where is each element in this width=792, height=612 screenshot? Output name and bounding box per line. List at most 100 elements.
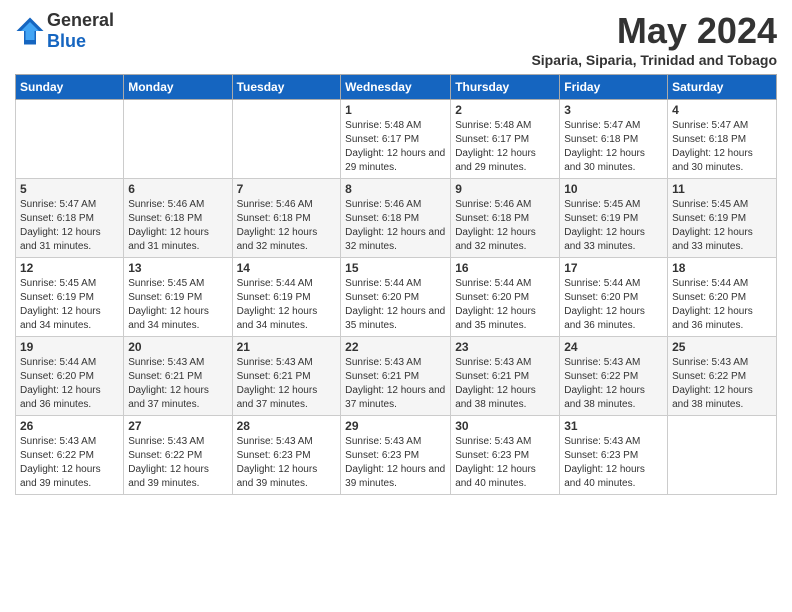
calendar-cell: 27 Sunrise: 5:43 AM Sunset: 6:22 PM Dayl… [124, 416, 232, 495]
sunset-text: Sunset: 6:18 PM [20, 213, 94, 224]
day-number: 2 [455, 103, 555, 117]
daylight-text: Daylight: 12 hours and 39 minutes. [128, 464, 209, 489]
sunrise-text: Sunrise: 5:44 AM [345, 278, 421, 289]
day-info: Sunrise: 5:45 AM Sunset: 6:19 PM Dayligh… [20, 277, 119, 333]
daylight-text: Daylight: 12 hours and 32 minutes. [455, 227, 536, 252]
calendar-cell: 11 Sunrise: 5:45 AM Sunset: 6:19 PM Dayl… [668, 179, 777, 258]
day-info: Sunrise: 5:43 AM Sunset: 6:23 PM Dayligh… [237, 435, 337, 491]
sunrise-text: Sunrise: 5:43 AM [128, 357, 204, 368]
sunrise-text: Sunrise: 5:46 AM [128, 199, 204, 210]
day-number: 9 [455, 182, 555, 196]
day-info: Sunrise: 5:43 AM Sunset: 6:23 PM Dayligh… [345, 435, 446, 491]
header: General Blue May 2024 Siparia, Siparia, … [15, 10, 777, 68]
day-number: 13 [128, 261, 227, 275]
sunset-text: Sunset: 6:23 PM [455, 450, 529, 461]
daylight-text: Daylight: 12 hours and 38 minutes. [672, 385, 753, 410]
day-number: 12 [20, 261, 119, 275]
calendar-week-1: 1 Sunrise: 5:48 AM Sunset: 6:17 PM Dayli… [16, 100, 777, 179]
calendar-cell [16, 100, 124, 179]
calendar-cell: 10 Sunrise: 5:45 AM Sunset: 6:19 PM Dayl… [560, 179, 668, 258]
daylight-text: Daylight: 12 hours and 39 minutes. [345, 464, 445, 489]
logo-blue: Blue [47, 31, 86, 51]
calendar-cell: 31 Sunrise: 5:43 AM Sunset: 6:23 PM Dayl… [560, 416, 668, 495]
day-number: 5 [20, 182, 119, 196]
calendar-cell: 21 Sunrise: 5:43 AM Sunset: 6:21 PM Dayl… [232, 337, 341, 416]
daylight-text: Daylight: 12 hours and 34 minutes. [128, 306, 209, 331]
calendar-cell: 8 Sunrise: 5:46 AM Sunset: 6:18 PM Dayli… [341, 179, 451, 258]
daylight-text: Daylight: 12 hours and 30 minutes. [564, 148, 645, 173]
sunset-text: Sunset: 6:22 PM [672, 371, 746, 382]
sunrise-text: Sunrise: 5:43 AM [672, 357, 748, 368]
sunrise-text: Sunrise: 5:48 AM [455, 120, 531, 131]
calendar-cell: 25 Sunrise: 5:43 AM Sunset: 6:22 PM Dayl… [668, 337, 777, 416]
sunset-text: Sunset: 6:19 PM [20, 292, 94, 303]
calendar-cell: 9 Sunrise: 5:46 AM Sunset: 6:18 PM Dayli… [451, 179, 560, 258]
day-info: Sunrise: 5:44 AM Sunset: 6:20 PM Dayligh… [455, 277, 555, 333]
day-info: Sunrise: 5:46 AM Sunset: 6:18 PM Dayligh… [128, 198, 227, 254]
day-info: Sunrise: 5:47 AM Sunset: 6:18 PM Dayligh… [564, 119, 663, 175]
sunrise-text: Sunrise: 5:43 AM [345, 436, 421, 447]
day-number: 10 [564, 182, 663, 196]
calendar-cell: 17 Sunrise: 5:44 AM Sunset: 6:20 PM Dayl… [560, 258, 668, 337]
sunset-text: Sunset: 6:19 PM [564, 213, 638, 224]
day-number: 30 [455, 419, 555, 433]
daylight-text: Daylight: 12 hours and 39 minutes. [20, 464, 101, 489]
daylight-text: Daylight: 12 hours and 32 minutes. [237, 227, 318, 252]
day-number: 1 [345, 103, 446, 117]
daylight-text: Daylight: 12 hours and 39 minutes. [237, 464, 318, 489]
day-number: 3 [564, 103, 663, 117]
calendar-cell: 16 Sunrise: 5:44 AM Sunset: 6:20 PM Dayl… [451, 258, 560, 337]
sunrise-text: Sunrise: 5:44 AM [672, 278, 748, 289]
day-number: 17 [564, 261, 663, 275]
day-number: 29 [345, 419, 446, 433]
daylight-text: Daylight: 12 hours and 33 minutes. [564, 227, 645, 252]
day-info: Sunrise: 5:46 AM Sunset: 6:18 PM Dayligh… [345, 198, 446, 254]
day-number: 19 [20, 340, 119, 354]
sunset-text: Sunset: 6:20 PM [672, 292, 746, 303]
calendar-cell: 13 Sunrise: 5:45 AM Sunset: 6:19 PM Dayl… [124, 258, 232, 337]
sunset-text: Sunset: 6:20 PM [564, 292, 638, 303]
sunset-text: Sunset: 6:18 PM [345, 213, 419, 224]
header-row: Sunday Monday Tuesday Wednesday Thursday… [16, 75, 777, 100]
calendar-cell [124, 100, 232, 179]
day-info: Sunrise: 5:43 AM Sunset: 6:22 PM Dayligh… [672, 356, 772, 412]
col-thursday: Thursday [451, 75, 560, 100]
daylight-text: Daylight: 12 hours and 38 minutes. [455, 385, 536, 410]
sunrise-text: Sunrise: 5:43 AM [455, 357, 531, 368]
sunrise-text: Sunrise: 5:43 AM [20, 436, 96, 447]
sunset-text: Sunset: 6:21 PM [455, 371, 529, 382]
calendar-cell: 15 Sunrise: 5:44 AM Sunset: 6:20 PM Dayl… [341, 258, 451, 337]
sunrise-text: Sunrise: 5:43 AM [564, 436, 640, 447]
sunset-text: Sunset: 6:18 PM [564, 134, 638, 145]
calendar-cell: 20 Sunrise: 5:43 AM Sunset: 6:21 PM Dayl… [124, 337, 232, 416]
sunrise-text: Sunrise: 5:45 AM [20, 278, 96, 289]
calendar-week-2: 5 Sunrise: 5:47 AM Sunset: 6:18 PM Dayli… [16, 179, 777, 258]
logo-text: General Blue [47, 10, 114, 52]
calendar-cell [668, 416, 777, 495]
col-saturday: Saturday [668, 75, 777, 100]
day-info: Sunrise: 5:46 AM Sunset: 6:18 PM Dayligh… [455, 198, 555, 254]
calendar-header: Sunday Monday Tuesday Wednesday Thursday… [16, 75, 777, 100]
col-monday: Monday [124, 75, 232, 100]
logo: General Blue [15, 10, 114, 52]
sunset-text: Sunset: 6:22 PM [20, 450, 94, 461]
sunset-text: Sunset: 6:21 PM [345, 371, 419, 382]
daylight-text: Daylight: 12 hours and 29 minutes. [455, 148, 536, 173]
daylight-text: Daylight: 12 hours and 36 minutes. [672, 306, 753, 331]
calendar-week-3: 12 Sunrise: 5:45 AM Sunset: 6:19 PM Dayl… [16, 258, 777, 337]
calendar-cell: 4 Sunrise: 5:47 AM Sunset: 6:18 PM Dayli… [668, 100, 777, 179]
calendar-cell: 1 Sunrise: 5:48 AM Sunset: 6:17 PM Dayli… [341, 100, 451, 179]
logo-general: General [47, 10, 114, 30]
col-wednesday: Wednesday [341, 75, 451, 100]
sunset-text: Sunset: 6:21 PM [128, 371, 202, 382]
sunrise-text: Sunrise: 5:43 AM [128, 436, 204, 447]
calendar-cell: 14 Sunrise: 5:44 AM Sunset: 6:19 PM Dayl… [232, 258, 341, 337]
sunset-text: Sunset: 6:18 PM [237, 213, 311, 224]
calendar-cell: 3 Sunrise: 5:47 AM Sunset: 6:18 PM Dayli… [560, 100, 668, 179]
sunset-text: Sunset: 6:23 PM [564, 450, 638, 461]
day-info: Sunrise: 5:44 AM Sunset: 6:20 PM Dayligh… [20, 356, 119, 412]
sunrise-text: Sunrise: 5:43 AM [237, 436, 313, 447]
daylight-text: Daylight: 12 hours and 40 minutes. [564, 464, 645, 489]
month-title: May 2024 [531, 10, 777, 52]
col-tuesday: Tuesday [232, 75, 341, 100]
